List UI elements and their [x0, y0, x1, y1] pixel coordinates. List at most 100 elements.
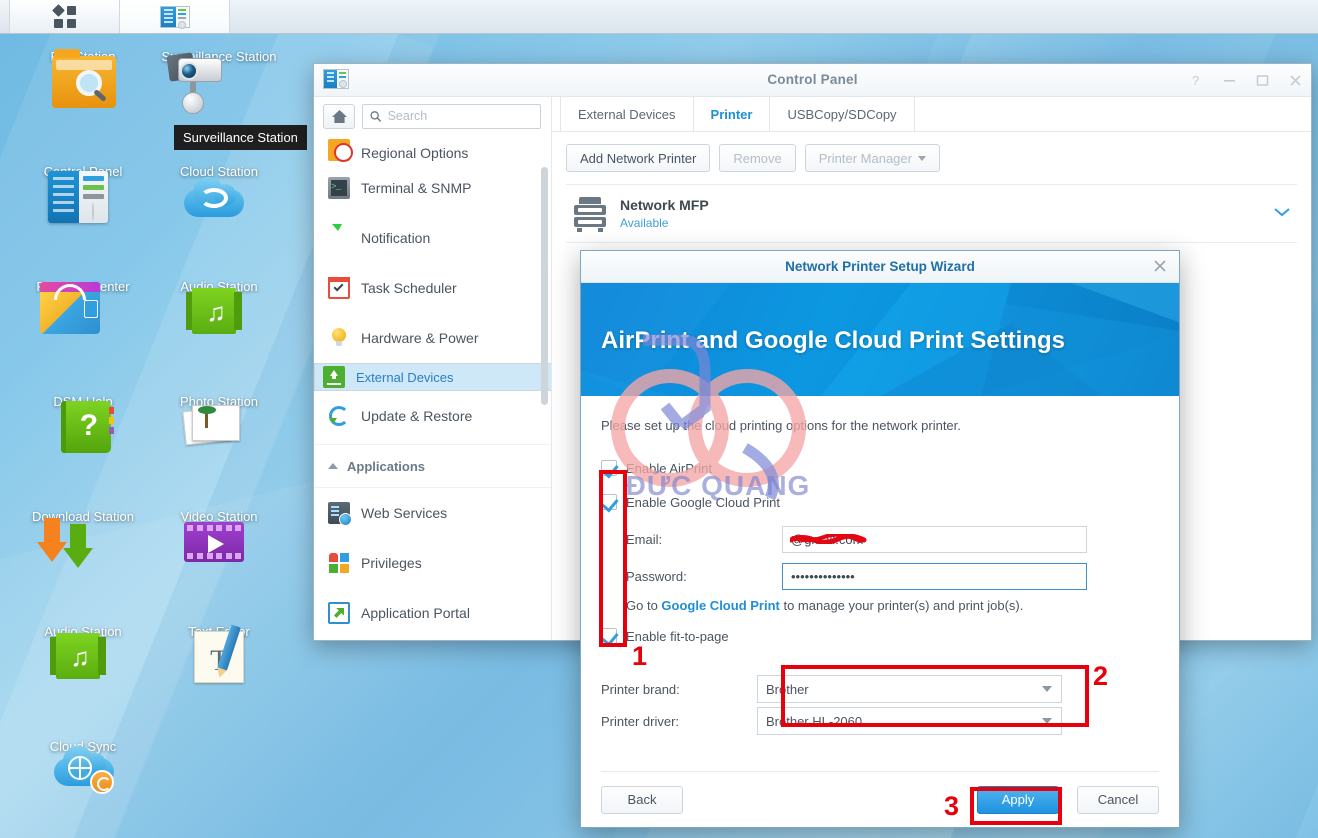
printer-driver-row: Printer driver: Brother HL-2060: [601, 705, 1159, 737]
minimize-icon[interactable]: [1222, 73, 1237, 88]
wizard-footer: Back Apply Cancel: [601, 771, 1159, 827]
printer-status: Available: [620, 216, 669, 230]
desktop-icon-cloud-station[interactable]: Cloud Station: [154, 163, 284, 217]
sidebar-item-update-restore[interactable]: Update & Restore: [314, 391, 551, 441]
help-icon[interactable]: ?: [1189, 73, 1204, 88]
sidebar-item-privileges[interactable]: Privileges: [314, 538, 551, 588]
desktop-icon-text-editor[interactable]: T Text Editor: [154, 623, 284, 683]
checkbox-label: Enable AirPrint: [626, 460, 712, 476]
sidebar-group-applications[interactable]: Applications: [314, 444, 551, 488]
wizard-intro-text: Please set up the cloud printing options…: [601, 418, 961, 433]
search-input[interactable]: [387, 109, 533, 123]
sidebar-item-terminal-snmp[interactable]: >_ Terminal & SNMP: [314, 163, 551, 213]
tab-label: Printer: [710, 106, 753, 122]
tab-label: USBCopy/SDCopy: [787, 106, 897, 122]
terminal-snmp-icon: >_: [328, 177, 350, 199]
enable-airprint-row[interactable]: Enable AirPrint: [601, 455, 1159, 481]
button-label: Cancel: [1097, 792, 1139, 807]
remove-button[interactable]: Remove: [719, 144, 796, 172]
desktop-icon-control-panel[interactable]: Control Panel: [18, 163, 148, 223]
sidebar-item-regional-options[interactable]: Regional Options: [314, 137, 551, 163]
desktop-icon-cloud-sync[interactable]: Cloud Sync: [18, 738, 148, 794]
control-panel-sidebar: Regional Options >_ Terminal & SNMP Noti…: [314, 97, 552, 640]
taskbar: [0, 0, 1318, 34]
desktop-icon-photo-station[interactable]: Photo Station: [154, 393, 284, 446]
enable-google-cloud-print-row[interactable]: Enable Google Cloud Print: [601, 489, 1159, 515]
printer-name: Network MFP: [620, 197, 709, 213]
google-cloud-print-link[interactable]: Google Cloud Print: [661, 598, 779, 613]
button-label: Back: [627, 792, 657, 807]
email-field[interactable]: [782, 525, 1087, 553]
printer-manager-button[interactable]: Printer Manager: [804, 144, 940, 172]
application-portal-icon: [328, 602, 350, 624]
sidebar-item-label: Task Scheduler: [361, 280, 457, 296]
printer-list-item[interactable]: Network MFP Available: [566, 185, 1297, 243]
sidebar-item-hardware-power[interactable]: Hardware & Power: [314, 313, 551, 363]
hint-suffix: to manage your printer(s) and print job(…: [779, 598, 1024, 613]
desktop-icon-audio-station-2[interactable]: ♫ Audio Station: [18, 623, 148, 679]
enable-google-cloud-print-checkbox[interactable]: [601, 494, 617, 510]
back-button[interactable]: Back: [601, 785, 683, 814]
sidebar-item-application-portal[interactable]: Application Portal: [314, 588, 551, 638]
sidebar-group-label: Applications: [347, 458, 426, 474]
sidebar-item-notification[interactable]: Notification: [314, 213, 551, 263]
desktop-icon-package-center[interactable]: Package Center: [18, 278, 148, 334]
sidebar-item-web-services[interactable]: Web Services: [314, 488, 551, 538]
sidebar-item-external-devices[interactable]: External Devices: [314, 363, 551, 391]
cancel-button[interactable]: Cancel: [1077, 785, 1159, 814]
sidebar-item-task-scheduler[interactable]: Task Scheduler: [314, 263, 551, 313]
wizard-body: Please set up the cloud printing options…: [581, 396, 1179, 771]
printer-driver-select[interactable]: Brother HL-2060: [757, 707, 1062, 735]
sidebar-item-label: Web Services: [361, 505, 448, 521]
chevron-down-icon: [1042, 686, 1052, 692]
add-network-printer-button[interactable]: Add Network Printer: [566, 144, 711, 172]
maximize-icon[interactable]: [1255, 73, 1270, 88]
regional-options-icon: [328, 139, 353, 162]
button-label: Remove: [733, 150, 782, 166]
close-icon[interactable]: [1153, 259, 1167, 278]
taskbar-main-menu-button[interactable]: [10, 0, 120, 33]
sidebar-item-label: Notification: [361, 230, 431, 246]
wizard-banner-heading: AirPrint and Google Cloud Print Settings: [601, 327, 1066, 354]
password-label: Password:: [626, 568, 687, 584]
desktop-icon-dsm-help[interactable]: ? DSM Help: [18, 393, 148, 453]
enable-fit-to-page-checkbox[interactable]: [601, 628, 617, 644]
sidebar-scrollbar-thumb[interactable]: [541, 167, 548, 405]
tab-divider: [552, 125, 1311, 132]
caret-down-icon: [917, 155, 926, 161]
control-panel-titlebar[interactable]: Control Panel ?: [314, 64, 1311, 97]
task-scheduler-icon: [328, 277, 350, 299]
tab-label: External Devices: [578, 106, 676, 122]
wizard-titlebar[interactable]: Network Printer Setup Wizard: [581, 251, 1179, 283]
wizard-title: Network Printer Setup Wizard: [785, 259, 975, 274]
desktop-icon-surveillance-station[interactable]: Surveillance Station: [154, 48, 284, 114]
sidebar-item-label: Regional Options: [361, 145, 469, 161]
sidebar-item-label: Application Portal: [361, 605, 470, 621]
home-button[interactable]: [323, 103, 355, 129]
close-icon[interactable]: [1288, 73, 1303, 88]
search-box[interactable]: [362, 103, 541, 129]
tab-external-devices[interactable]: External Devices: [560, 97, 694, 131]
notification-icon: [328, 227, 350, 249]
desktop-icon-audio-station[interactable]: ♫ Audio Station: [154, 278, 284, 334]
desktop-tooltip: Surveillance Station: [174, 125, 307, 150]
desktop-icon-download-station[interactable]: Download Station: [18, 508, 148, 568]
apply-button[interactable]: Apply: [977, 785, 1059, 814]
enable-airprint-checkbox[interactable]: [601, 460, 617, 476]
desktop-icon-video-station[interactable]: Video Station: [154, 508, 284, 562]
printer-brand-select[interactable]: Brother: [757, 675, 1062, 703]
selected-value: Brother HL-2060: [766, 713, 863, 729]
desktop-icon-file-station[interactable]: File Station: [18, 48, 148, 108]
sidebar-item-label: Update & Restore: [361, 408, 473, 424]
wizard-banner: AirPrint and Google Cloud Print Settings: [581, 283, 1179, 396]
chevron-down-icon[interactable]: [1273, 205, 1291, 223]
privileges-icon: [328, 552, 350, 574]
checkbox-label: Enable fit-to-page: [626, 628, 729, 644]
chevron-down-icon: [1042, 718, 1052, 724]
taskbar-control-panel-button[interactable]: [120, 0, 230, 33]
password-field[interactable]: [782, 562, 1087, 590]
tab-usbcopy-sdcopy[interactable]: USBCopy/SDCopy: [770, 97, 915, 131]
sidebar-item-label: Hardware & Power: [361, 330, 479, 346]
enable-fit-to-page-row[interactable]: Enable fit-to-page: [601, 623, 1159, 649]
password-row: Password:: [601, 560, 1159, 592]
